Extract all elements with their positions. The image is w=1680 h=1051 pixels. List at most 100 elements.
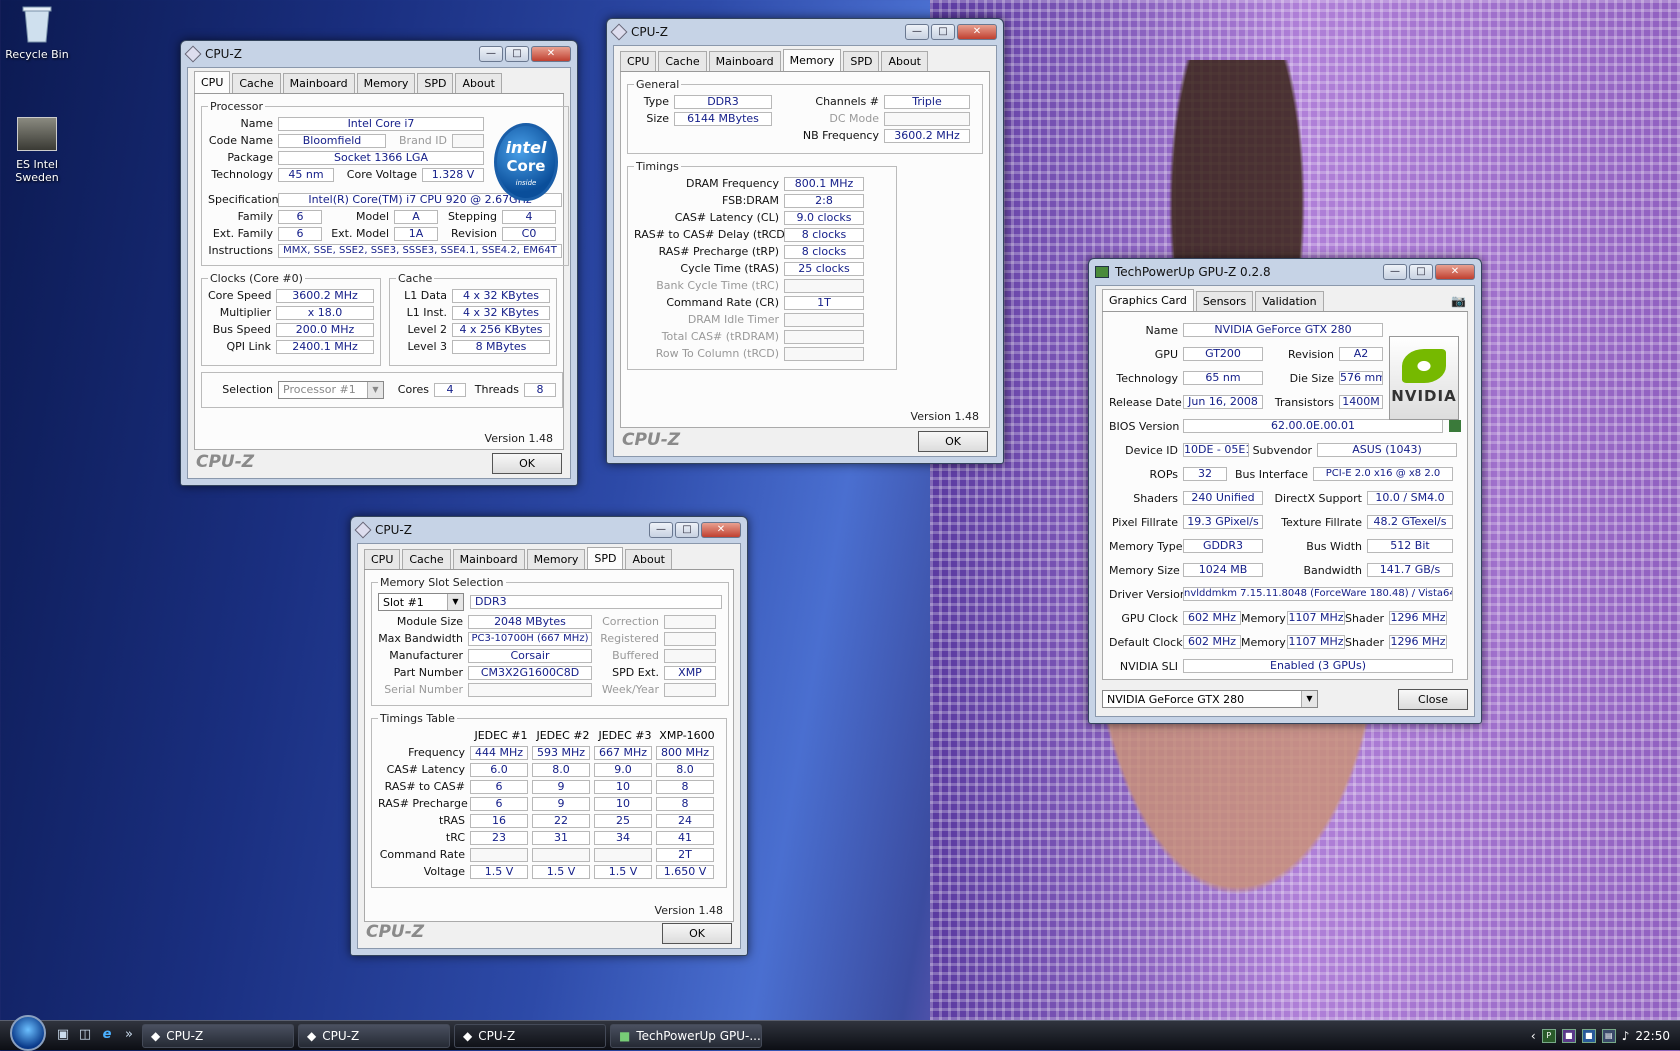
tab-mainboard[interactable]: Mainboard [452, 549, 525, 569]
switch-windows-icon[interactable]: ◫ [76, 1027, 94, 1045]
chip-icon[interactable] [1449, 420, 1461, 432]
field-label: Size [646, 112, 669, 125]
camera-icon[interactable]: 📷 [1451, 294, 1466, 308]
table-cell: 6 [470, 796, 528, 811]
chevron-down-icon: ▼ [1301, 691, 1317, 707]
close-button[interactable]: ✕ [701, 522, 741, 538]
field-label: ROPs [1149, 467, 1178, 481]
taskbar-button-label: TechPowerUp GPU-... [636, 1028, 761, 1043]
tab-cpu[interactable]: CPU [194, 71, 231, 93]
tray-app-icon[interactable]: ■ [1581, 1028, 1596, 1043]
maximize-button[interactable]: □ [1409, 264, 1433, 280]
ok-button[interactable]: OK [492, 453, 562, 474]
tab-about[interactable]: About [881, 51, 928, 71]
tab-cache[interactable]: Cache [232, 73, 281, 93]
maximize-button[interactable]: □ [675, 522, 699, 538]
desktop-icon-recycle-bin[interactable]: Recycle Bin [2, 4, 72, 61]
bus-speed-value: 200.0 MHz [276, 322, 374, 337]
tab-spd[interactable]: SPD [587, 547, 624, 569]
start-button[interactable] [10, 1014, 46, 1051]
table-cell: 16 [470, 813, 528, 828]
timing-value: 25 clocks [784, 261, 864, 276]
minimize-button[interactable]: — [649, 522, 673, 538]
window-titlebar[interactable]: TechPowerUp GPU-Z 0.2.8 — □ ✕ [1095, 259, 1475, 285]
cpuz-brand: CPU-Z [366, 922, 425, 942]
maximize-button[interactable]: □ [931, 24, 955, 40]
minimize-button[interactable]: — [479, 46, 503, 62]
tab-bar: CPU Cache Mainboard Memory SPD About [194, 71, 564, 94]
field-label: L1 Inst. [406, 306, 447, 319]
taskbar-button-cpuz[interactable]: ◆ CPU-Z [454, 1023, 606, 1048]
tab-validation[interactable]: Validation [1255, 291, 1324, 311]
volume-icon[interactable]: ♪ [1622, 1029, 1630, 1043]
quicklaunch-more-icon[interactable]: » [120, 1027, 138, 1045]
table-row-label: Voltage [423, 865, 465, 878]
taskbar-button-cpuz[interactable]: ◆ CPU-Z [142, 1023, 294, 1048]
timing-label: DRAM Frequency [685, 177, 779, 190]
cpuz-memory-window: CPU-Z — □ ✕ CPU Cache Mainboard Memory S… [606, 18, 1004, 464]
slot-select[interactable]: Slot #1 ▼ [378, 593, 464, 611]
table-cell: 9.0 [594, 762, 652, 777]
nvidia-logo: NVIDIA [1389, 336, 1459, 420]
tab-cache[interactable]: Cache [402, 549, 451, 569]
table-row: RAS# to CAS# 6 9 10 8 [378, 778, 720, 795]
tab-memory[interactable]: Memory [526, 549, 586, 569]
tab-memory[interactable]: Memory [356, 73, 416, 93]
window-titlebar[interactable]: CPU-Z — □ ✕ [354, 517, 741, 543]
ok-button[interactable]: OK [918, 431, 988, 452]
window-client: CPU Cache Mainboard Memory SPD About Pro… [187, 67, 571, 479]
tab-cpu[interactable]: CPU [364, 549, 401, 569]
minimize-button[interactable]: — [905, 24, 929, 40]
show-desktop-icon[interactable]: ▣ [54, 1027, 72, 1045]
tab-mainboard[interactable]: Mainboard [282, 73, 355, 93]
l1-inst-value: 4 x 32 KBytes [452, 305, 550, 320]
tab-mainboard[interactable]: Mainboard [708, 51, 781, 71]
field-label: Manufacturer [389, 649, 463, 662]
network-icon[interactable]: ▤ [1601, 1028, 1616, 1043]
tray-app-icon[interactable]: P [1541, 1028, 1556, 1043]
tab-cpu[interactable]: CPU [620, 51, 657, 71]
tab-cache[interactable]: Cache [658, 51, 707, 71]
minimize-button[interactable]: — [1383, 264, 1407, 280]
gpuz-app-icon [1095, 266, 1109, 278]
window-titlebar[interactable]: CPU-Z — □ ✕ [610, 19, 997, 45]
memory-size-value: 1024 MB [1183, 563, 1263, 577]
tab-about[interactable]: About [455, 73, 502, 93]
cpu-tab-panel: Processor intel Core inside Name Intel Co… [194, 94, 569, 450]
maximize-button[interactable]: □ [505, 46, 529, 62]
taskbar: ▣ ◫ e » ◆ CPU-Z ◆ CPU-Z ◆ CPU-Z ■ TechPowerU… [0, 1014, 1680, 1051]
tab-memory[interactable]: Memory [782, 49, 842, 71]
timing-row: RAS# to CAS# Delay (tRCD) 8 clocks [634, 226, 890, 243]
field-label: Name [1145, 323, 1178, 337]
max-bandwidth-value: PC3-10700H (667 MHz) [468, 631, 592, 646]
tab-bar: Graphics Card Sensors Validation 📷 [1102, 289, 1468, 312]
gpu-clock-value: 602 MHz [1183, 611, 1241, 625]
close-button[interactable]: ✕ [531, 46, 571, 62]
tab-spd[interactable]: SPD [843, 51, 880, 71]
tab-sensors[interactable]: Sensors [1195, 291, 1254, 311]
table-cell: 8 [656, 779, 714, 794]
table-row: Voltage 1.5 V 1.5 V 1.5 V 1.650 V [378, 863, 720, 880]
tray-expand-icon[interactable]: ‹ [1531, 1029, 1536, 1043]
gpu-card-select[interactable]: NVIDIA GeForce GTX 280 ▼ [1102, 690, 1318, 708]
desktop-icon-es-intel-sweden[interactable]: ES Intel Sweden [2, 114, 72, 184]
taskbar-button-gpuz[interactable]: ■ TechPowerUp GPU-... [610, 1023, 762, 1048]
field-label: BIOS Version [1109, 419, 1180, 433]
table-row-label: tRC [445, 831, 465, 844]
processor-select[interactable]: Processor #1 ▼ [278, 380, 384, 399]
taskbar-button-cpuz[interactable]: ◆ CPU-Z [298, 1023, 450, 1048]
tray-app-icon[interactable]: ■ [1561, 1028, 1576, 1043]
close-window-button[interactable]: Close [1398, 689, 1468, 710]
cores-value: 4 [434, 382, 466, 397]
ok-button[interactable]: OK [662, 923, 732, 944]
tab-graphics-card[interactable]: Graphics Card [1102, 289, 1194, 311]
tab-about[interactable]: About [625, 549, 672, 569]
window-titlebar[interactable]: CPU-Z — □ ✕ [184, 41, 571, 67]
field-label: GPU Clock [1121, 611, 1178, 625]
tab-spd[interactable]: SPD [417, 73, 454, 93]
close-button[interactable]: ✕ [1435, 264, 1475, 280]
tray-clock[interactable]: 22:50 [1635, 1029, 1670, 1043]
internet-explorer-icon[interactable]: e [98, 1027, 116, 1045]
field-label: Week/Year [601, 683, 659, 696]
close-button[interactable]: ✕ [957, 24, 997, 40]
